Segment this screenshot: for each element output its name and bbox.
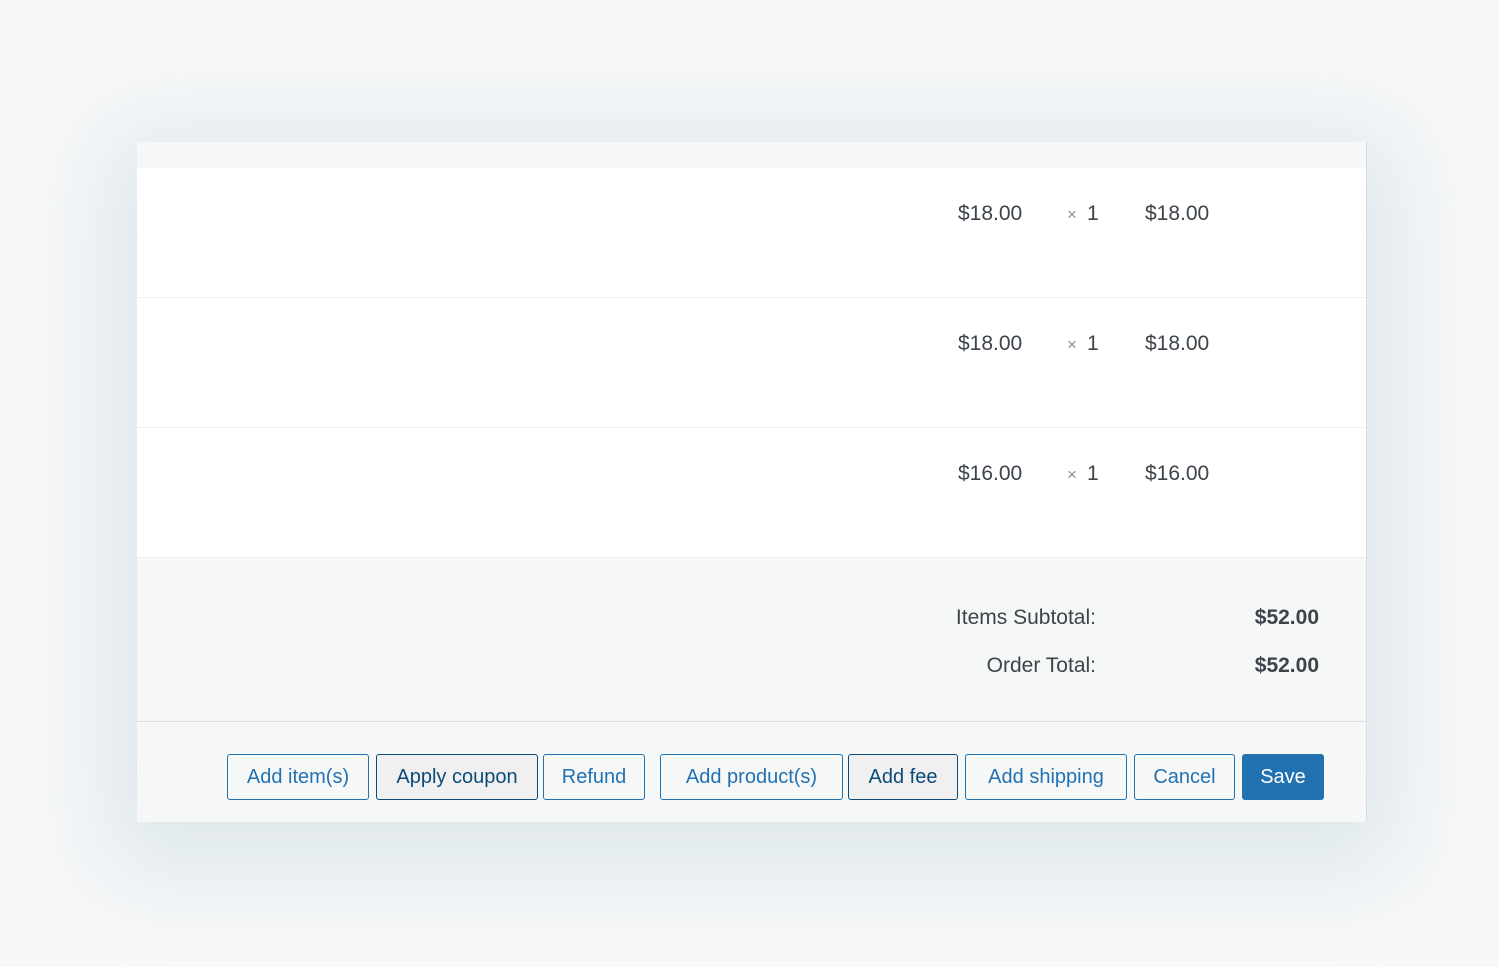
order-total-label: Order Total: [986, 654, 1096, 677]
item-total: $16.00 [1145, 462, 1210, 485]
refund-button[interactable]: Refund [543, 754, 645, 800]
line-item-row: $18.00 × 1 $18.00 [137, 168, 1366, 298]
item-total: $18.00 [1145, 332, 1210, 355]
line-item-row: $16.00 × 1 $16.00 [137, 428, 1366, 558]
quantity-value: 1 [1086, 202, 1099, 225]
quantity-value: 1 [1086, 462, 1099, 485]
table-header [137, 142, 1366, 168]
items-subtotal-line: Items Subtotal: $52.00 [826, 606, 1319, 630]
item-cost: $18.00 [958, 202, 1023, 225]
add-items-button[interactable]: Add item(s) [227, 754, 369, 800]
add-shipping-button[interactable]: Add shipping [965, 754, 1127, 800]
times-icon: × [1067, 465, 1077, 484]
line-item-row: $18.00 × 1 $18.00 [137, 298, 1366, 428]
item-cost: $18.00 [958, 332, 1023, 355]
item-cost: $16.00 [958, 462, 1023, 485]
cancel-button[interactable]: Cancel [1134, 754, 1235, 800]
add-products-button[interactable]: Add product(s) [660, 754, 843, 800]
quantity-value: 1 [1086, 332, 1099, 355]
item-total: $18.00 [1145, 202, 1210, 225]
items-subtotal-label: Items Subtotal: [955, 606, 1096, 629]
times-icon: × [1067, 335, 1077, 354]
order-total-line: Order Total: $52.00 [826, 654, 1319, 678]
order-actions-bar: Add item(s) Apply coupon Refund Add prod… [137, 722, 1366, 822]
item-quantity: × 1 [1067, 202, 1099, 226]
items-subtotal-value: $52.00 [1254, 606, 1319, 629]
item-quantity: × 1 [1067, 332, 1099, 356]
item-quantity: × 1 [1067, 462, 1099, 486]
order-items-panel: $18.00 × 1 $18.00 $18.00 × 1 $18.00 $16.00… [137, 142, 1367, 822]
add-fee-button[interactable]: Add fee [848, 754, 958, 800]
save-button[interactable]: Save [1242, 754, 1324, 800]
order-total-value: $52.00 [1254, 654, 1319, 677]
times-icon: × [1067, 205, 1077, 224]
order-totals: Items Subtotal: $52.00 Order Total: $52.… [137, 558, 1366, 722]
apply-coupon-button[interactable]: Apply coupon [376, 754, 538, 800]
